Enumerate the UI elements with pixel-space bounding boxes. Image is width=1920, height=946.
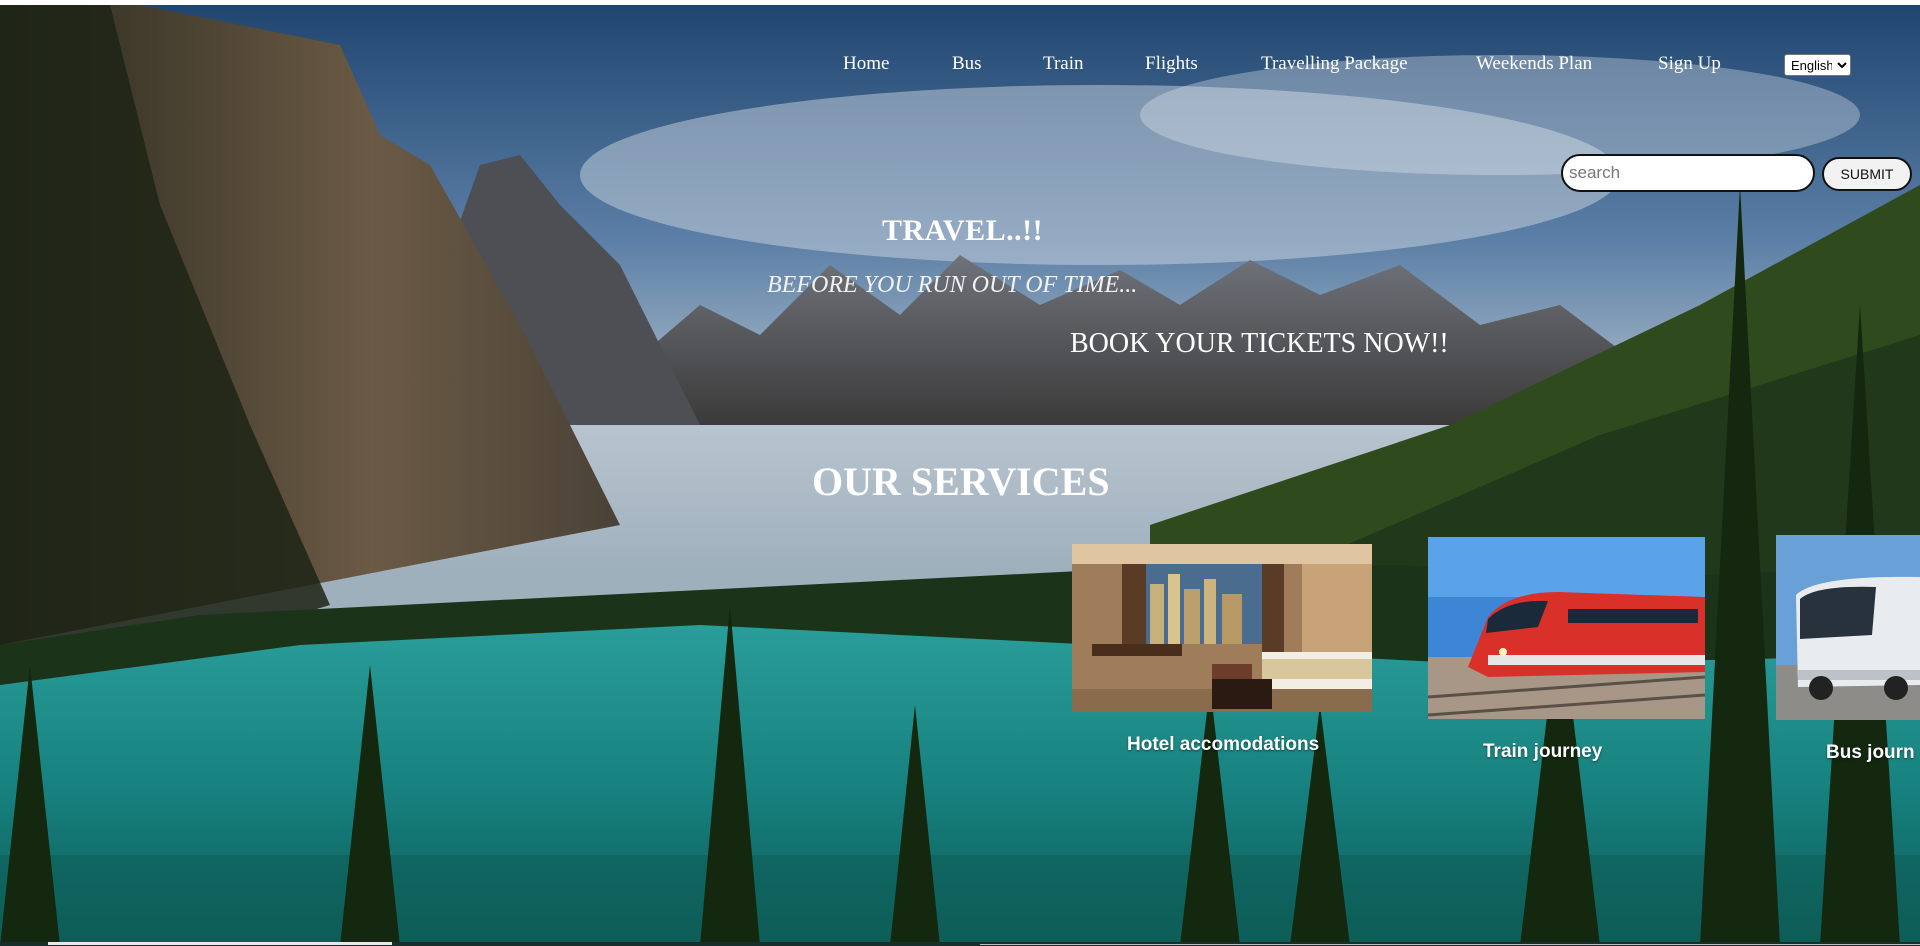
service-card-hotel[interactable]: Hotel accomodations <box>1072 544 1372 762</box>
service-card-bus[interactable]: Bus journ <box>1776 535 1920 767</box>
search-input[interactable] <box>1561 154 1815 192</box>
hero-call-to-action: BOOK YOUR TICKETS NOW!! <box>1070 328 1449 359</box>
service-caption-train: Train journey <box>1483 741 1603 762</box>
train-image[interactable] <box>1428 537 1705 719</box>
nav-travelling-package-link[interactable]: Travelling Package <box>1261 53 1408 75</box>
nav-home-link[interactable]: Home <box>843 53 889 75</box>
hotel-room-image[interactable] <box>1072 544 1372 712</box>
scrollbar-track <box>980 944 1920 945</box>
nav-train-link[interactable]: Train <box>1043 53 1083 75</box>
bus-image[interactable] <box>1776 535 1920 720</box>
hero-title: TRAVEL..!! <box>882 214 1044 247</box>
nav-sign-up-link[interactable]: Sign Up <box>1658 53 1721 75</box>
hero-subtitle: BEFORE YOU RUN OUT OF TIME... <box>767 272 1138 298</box>
search-submit-button[interactable]: SUBMIT <box>1822 157 1912 191</box>
nav-bus-link[interactable]: Bus <box>952 53 982 75</box>
service-caption-hotel: Hotel accomodations <box>1127 734 1320 755</box>
nav-weekends-plan-link[interactable]: Weekends Plan <box>1476 53 1592 75</box>
language-select[interactable]: English <box>1784 54 1851 76</box>
scrollbar-thumb[interactable] <box>48 942 392 945</box>
service-card-train[interactable]: Train journey <box>1428 537 1706 767</box>
nav-flights-link[interactable]: Flights <box>1145 53 1198 75</box>
services-heading: OUR SERVICES <box>812 459 1110 504</box>
service-caption-bus: Bus journ <box>1826 742 1915 763</box>
bottom-scrollbar[interactable] <box>0 942 1920 946</box>
